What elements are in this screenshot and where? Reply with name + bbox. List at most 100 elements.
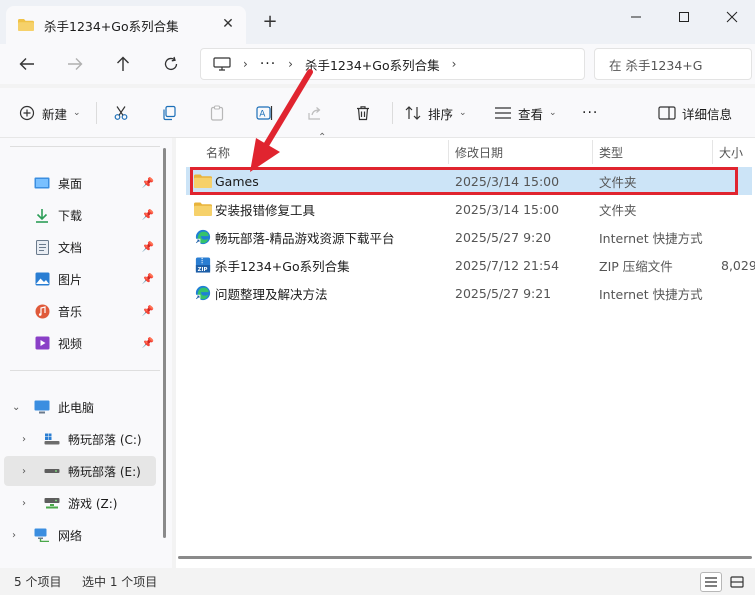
column-header-size[interactable]: 大小	[719, 138, 743, 166]
sidebar-item-drive-e[interactable]: › 畅玩部落 (E:)	[4, 456, 156, 486]
refresh-icon	[164, 56, 178, 71]
close-tab-icon[interactable]: ✕	[220, 16, 236, 32]
sidebar-item-desktop[interactable]: 桌面 📌	[4, 168, 156, 198]
chevron-down-icon[interactable]: ⌄	[12, 402, 24, 413]
view-button[interactable]: 查看 ⌄	[494, 100, 557, 126]
sidebar-item-videos[interactable]: 视频 📌	[4, 328, 156, 358]
edge-shortcut-icon	[195, 229, 211, 245]
chevron-right-icon[interactable]: ›	[22, 498, 34, 509]
chevron-down-icon: ⌄	[549, 108, 557, 118]
maximize-button[interactable]	[664, 4, 704, 30]
pin-icon: 📌	[141, 305, 154, 317]
up-button[interactable]	[110, 52, 136, 76]
view-list-icon	[494, 104, 512, 122]
sidebar-item-drive-z[interactable]: › 游戏 (Z:)	[4, 488, 156, 518]
file-name: 安装报错修复工具	[215, 202, 316, 218]
table-row[interactable]: ZIP 杀手1234+Go系列合集 2025/7/12 21:54 ZIP 压缩…	[186, 251, 755, 279]
details-view-button[interactable]	[700, 572, 722, 592]
tiles-view-button[interactable]	[726, 572, 748, 592]
video-icon	[34, 335, 50, 351]
delete-button[interactable]	[354, 100, 378, 126]
chevron-right-icon[interactable]: ›	[12, 530, 24, 541]
forward-button[interactable]	[62, 52, 88, 76]
divider	[392, 102, 393, 124]
picture-icon	[34, 271, 50, 287]
file-type: 文件夹	[599, 202, 637, 218]
close-window-button[interactable]	[712, 4, 752, 30]
copy-button[interactable]	[160, 100, 184, 126]
sidebar-item-network[interactable]: › 网络	[4, 520, 156, 550]
sidebar-item-label: 图片	[58, 272, 83, 287]
sidebar-item-this-pc[interactable]: ⌄ 此电脑	[4, 392, 156, 422]
details-pane-icon	[658, 104, 676, 122]
file-date: 2025/7/12 21:54	[455, 257, 560, 273]
chevron-down-icon: ⌄	[73, 108, 81, 118]
sidebar-item-downloads[interactable]: 下载 📌	[4, 200, 156, 230]
tab-title: 杀手1234+Go系列合集	[44, 18, 179, 34]
minimize-button[interactable]	[616, 4, 656, 30]
chevron-right-icon[interactable]: ›	[452, 57, 457, 71]
column-header-modified[interactable]: 修改日期	[455, 138, 503, 166]
file-name: 畅玩部落-精品游戏资源下载平台	[215, 230, 395, 246]
details-label: 详细信息	[682, 106, 733, 122]
view-label: 查看	[518, 106, 544, 122]
table-row[interactable]: 畅玩部落-精品游戏资源下载平台 2025/5/27 9:20 Internet …	[186, 223, 752, 251]
new-tab-button[interactable]: +	[260, 12, 280, 32]
file-type: Internet 快捷方式	[599, 286, 703, 302]
folder-icon	[18, 19, 34, 31]
sort-label: 排序	[428, 106, 454, 122]
status-bar: 5 个项目 选中 1 个项目	[0, 568, 755, 595]
file-name: 问题整理及解决方法	[215, 286, 328, 302]
table-row[interactable]: 问题整理及解决方法 2025/5/27 9:21 Internet 快捷方式	[186, 279, 752, 307]
file-type: ZIP 压缩文件	[599, 258, 673, 274]
pin-icon: 📌	[141, 209, 154, 221]
sidebar-item-label: 游戏 (Z:)	[68, 496, 118, 511]
file-date: 2025/5/27 9:21	[455, 285, 552, 301]
refresh-button[interactable]	[158, 52, 184, 76]
sort-button[interactable]: 排序 ⌄	[404, 100, 467, 126]
column-header-name[interactable]: 名称	[206, 138, 230, 166]
item-count: 5 个项目	[14, 575, 62, 589]
folder-icon	[194, 202, 212, 216]
column-divider[interactable]	[592, 140, 593, 164]
tiles-view-icon	[730, 576, 744, 588]
pin-icon: 📌	[141, 337, 154, 349]
details-view-icon	[705, 577, 717, 587]
column-header-type[interactable]: 类型	[599, 138, 623, 166]
file-type: Internet 快捷方式	[599, 230, 703, 246]
divider	[10, 370, 160, 371]
navigation-pane: 桌面 📌 下载 📌 文档 📌 图片 📌 音乐 📌 视频 📌 ⌄ 此电脑 › 畅玩…	[0, 138, 172, 568]
new-button[interactable]: 新建 ⌄	[18, 100, 81, 126]
details-pane-button[interactable]: 详细信息	[658, 100, 732, 126]
arrow-up-icon	[117, 56, 129, 71]
annotation-arrow	[250, 69, 313, 172]
table-row[interactable]: 安装报错修复工具 2025/3/14 15:00 文件夹	[186, 195, 752, 223]
divider	[10, 146, 160, 147]
scissors-icon	[112, 104, 130, 122]
sidebar-item-label: 畅玩部落 (E:)	[68, 464, 141, 479]
sidebar-item-label: 此电脑	[58, 400, 95, 415]
column-divider[interactable]	[448, 140, 449, 164]
sidebar-item-pictures[interactable]: 图片 📌	[4, 264, 156, 294]
sidebar-scrollbar[interactable]	[163, 148, 166, 538]
sidebar-item-label: 文档	[58, 240, 83, 255]
back-button[interactable]	[14, 52, 40, 76]
horizontal-scrollbar[interactable]	[178, 556, 752, 559]
windows-drive-icon	[44, 431, 60, 447]
music-icon	[34, 303, 50, 319]
column-divider[interactable]	[712, 140, 713, 164]
paste-button[interactable]	[208, 100, 232, 126]
search-input[interactable]: 在 杀手1234+G	[594, 48, 752, 80]
document-icon	[34, 239, 50, 255]
sidebar-item-drive-c[interactable]: › 畅玩部落 (C:)	[4, 424, 156, 454]
tab-current[interactable]: 杀手1234+Go系列合集 ✕	[6, 6, 246, 44]
address-row: › ··· › 杀手1234+Go系列合集 › 在 杀手1234+G	[0, 44, 755, 84]
more-options-button[interactable]: ···	[582, 100, 598, 126]
file-date: 2025/5/27 9:20	[455, 229, 552, 245]
sidebar-item-documents[interactable]: 文档 📌	[4, 232, 156, 262]
chevron-right-icon[interactable]: ›	[22, 434, 34, 445]
sort-icon	[404, 104, 422, 122]
chevron-right-icon[interactable]: ›	[22, 466, 34, 477]
sidebar-item-music[interactable]: 音乐 📌	[4, 296, 156, 326]
cut-button[interactable]	[112, 100, 136, 126]
